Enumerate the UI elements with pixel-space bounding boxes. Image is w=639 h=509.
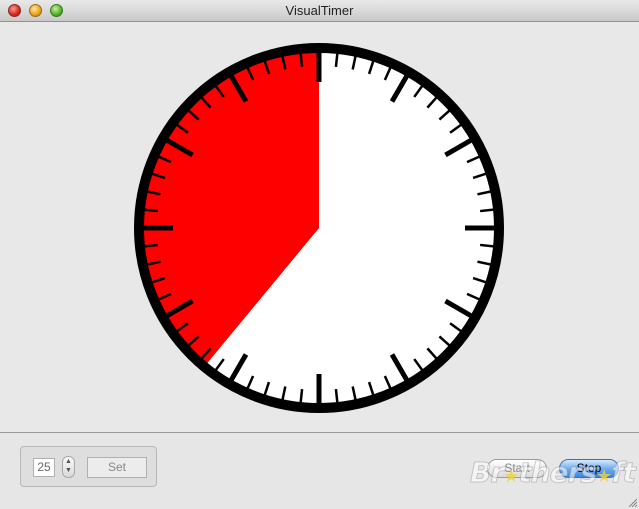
set-button[interactable]: Set — [87, 457, 147, 478]
timer-dial — [134, 43, 504, 413]
control-bar: 25 ▲ ▼ Set Start Stop Br★thers★ft — [0, 432, 639, 509]
minutes-stepper[interactable]: ▲ ▼ — [62, 456, 75, 478]
resize-grip-icon[interactable] — [627, 497, 637, 507]
start-button[interactable]: Start — [487, 459, 547, 478]
duration-group: 25 ▲ ▼ Set — [20, 446, 157, 487]
stepper-down-icon[interactable]: ▼ — [63, 466, 74, 475]
stepper-up-icon[interactable]: ▲ — [63, 457, 74, 466]
minutes-input[interactable]: 25 — [33, 458, 55, 477]
window-title: VisualTimer — [285, 3, 354, 18]
title-bar: VisualTimer — [0, 0, 639, 22]
stop-button[interactable]: Stop — [559, 459, 619, 478]
timer-area — [0, 22, 639, 433]
